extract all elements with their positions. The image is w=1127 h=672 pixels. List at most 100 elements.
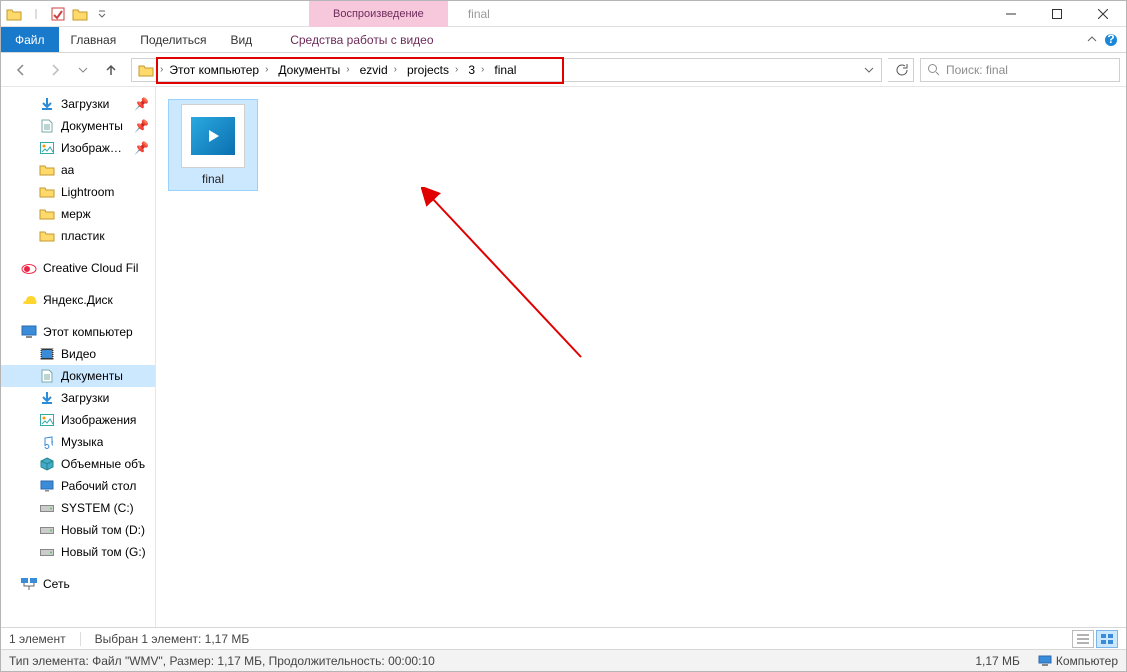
nav-quick-item[interactable]: Изображени📌 bbox=[1, 137, 155, 159]
ribbon-tab-view[interactable]: Вид bbox=[218, 27, 264, 52]
folder-icon bbox=[39, 162, 55, 178]
nav-label: Загрузки bbox=[61, 391, 109, 405]
picture-icon bbox=[39, 412, 55, 428]
navigation-pane[interactable]: Загрузки 📌 Документы📌Изображени📌 aa Lightroo… bbox=[1, 87, 156, 627]
annotation-arrow bbox=[421, 187, 601, 367]
view-details-button[interactable] bbox=[1072, 630, 1094, 648]
nav-thispc-item[interactable]: Объемные объ bbox=[1, 453, 155, 475]
window-controls bbox=[988, 1, 1126, 26]
breadcrumb-label: 3 bbox=[468, 63, 475, 77]
status-separator bbox=[80, 632, 81, 646]
nav-label: мерж bbox=[61, 207, 91, 221]
nav-quick-item[interactable]: пластик bbox=[1, 225, 155, 247]
nav-quick-item[interactable]: Документы📌 bbox=[1, 115, 155, 137]
nav-quick-item[interactable]: мерж bbox=[1, 203, 155, 225]
chevron-right-icon: › bbox=[479, 64, 486, 75]
nav-thispc-item[interactable]: Новый том (G:) bbox=[1, 541, 155, 563]
nav-thispc-item[interactable]: SYSTEM (C:) bbox=[1, 497, 155, 519]
ribbon-tab-home[interactable]: Главная bbox=[59, 27, 129, 52]
nav-label: Рабочий стол bbox=[61, 479, 136, 493]
chevron-right-icon[interactable]: › bbox=[158, 64, 165, 75]
nav-label: Lightroom bbox=[61, 185, 114, 199]
nav-creative-cloud[interactable]: Creative Cloud Fil bbox=[1, 257, 155, 279]
pin-icon: 📌 bbox=[134, 97, 149, 111]
nav-yandex-disk[interactable]: Яндекс.Диск bbox=[1, 289, 155, 311]
network-icon bbox=[21, 576, 37, 592]
nav-label: Этот компьютер bbox=[43, 325, 133, 339]
breadcrumb-bar[interactable]: › Этот компьютер› Документы› ezvid› proj… bbox=[131, 58, 882, 82]
qat-dropdown-icon[interactable] bbox=[93, 5, 111, 23]
qat-divider bbox=[27, 5, 45, 23]
download-icon bbox=[39, 96, 55, 112]
close-button[interactable] bbox=[1080, 1, 1126, 27]
nav-quick-item[interactable]: aa bbox=[1, 159, 155, 181]
ribbon-file-tab[interactable]: Файл bbox=[1, 27, 59, 52]
breadcrumb-label: Документы bbox=[278, 63, 340, 77]
refresh-button[interactable] bbox=[888, 58, 914, 82]
breadcrumb-segment[interactable]: 3› bbox=[464, 59, 490, 81]
breadcrumb-segment[interactable]: final bbox=[490, 59, 520, 81]
video-file-icon bbox=[181, 104, 245, 168]
nav-thispc-item[interactable]: Документы bbox=[1, 365, 155, 387]
help-icon[interactable]: ? bbox=[1104, 33, 1118, 47]
creative-icon bbox=[21, 260, 37, 276]
search-placeholder: Поиск: final bbox=[946, 63, 1008, 77]
breadcrumb-label: ezvid bbox=[360, 63, 388, 77]
nav-this-pc[interactable]: Этот компьютер bbox=[1, 321, 155, 343]
minimize-button[interactable] bbox=[988, 1, 1034, 27]
status-bar: 1 элемент Выбран 1 элемент: 1,17 МБ bbox=[1, 627, 1126, 649]
nav-thispc-item[interactable]: Видео bbox=[1, 343, 155, 365]
ribbon-tabs: Файл Главная Поделиться Вид Средства раб… bbox=[1, 27, 1126, 53]
folder-icon bbox=[5, 5, 23, 23]
file-item[interactable]: final bbox=[168, 99, 258, 191]
details-location: Компьютер bbox=[1038, 654, 1118, 668]
nav-network[interactable]: Сеть bbox=[1, 573, 155, 595]
nav-label: Документы bbox=[61, 119, 123, 133]
up-button[interactable] bbox=[97, 56, 125, 84]
details-size: 1,17 МБ bbox=[975, 654, 1020, 668]
document-icon bbox=[39, 368, 55, 384]
forward-button[interactable] bbox=[41, 56, 69, 84]
nav-quick-item[interactable]: Загрузки 📌 bbox=[1, 93, 155, 115]
computer-icon bbox=[1038, 655, 1052, 667]
title-bar: Воспроизведение final bbox=[1, 1, 1126, 27]
folder-icon[interactable] bbox=[71, 5, 89, 23]
history-dropdown-icon[interactable] bbox=[75, 56, 91, 84]
nav-thispc-item[interactable]: Изображения bbox=[1, 409, 155, 431]
nav-label: aa bbox=[61, 163, 74, 177]
properties-icon[interactable] bbox=[49, 5, 67, 23]
contextual-tab-header: Воспроизведение bbox=[115, 1, 448, 26]
back-button[interactable] bbox=[7, 56, 35, 84]
breadcrumb-segment[interactable]: Документы› bbox=[274, 59, 355, 81]
picture-icon bbox=[39, 140, 55, 156]
content-pane[interactable]: final bbox=[156, 87, 1126, 627]
ribbon-collapse-icon[interactable] bbox=[1086, 34, 1098, 46]
nav-label: Музыка bbox=[61, 435, 103, 449]
nav-label: Новый том (G:) bbox=[61, 545, 146, 559]
breadcrumb-segment[interactable]: Этот компьютер› bbox=[165, 59, 274, 81]
context-tab-title: Воспроизведение bbox=[309, 1, 448, 27]
nav-label: Загрузки bbox=[61, 97, 109, 111]
ribbon-tab-video-tools[interactable]: Средства работы с видео bbox=[278, 27, 445, 52]
breadcrumb-segment[interactable]: projects› bbox=[403, 59, 464, 81]
breadcrumb-dropdown-icon[interactable] bbox=[859, 65, 879, 75]
nav-quick-item[interactable]: Lightroom bbox=[1, 181, 155, 203]
video-icon bbox=[39, 346, 55, 362]
view-icons-button[interactable] bbox=[1096, 630, 1118, 648]
window-title: final bbox=[448, 1, 988, 26]
search-box[interactable]: Поиск: final bbox=[920, 58, 1120, 82]
folder-icon bbox=[39, 228, 55, 244]
music-icon bbox=[39, 434, 55, 450]
ribbon-tab-share[interactable]: Поделиться bbox=[128, 27, 218, 52]
breadcrumb-segment[interactable]: ezvid› bbox=[356, 59, 403, 81]
folder-icon bbox=[39, 184, 55, 200]
nav-label: Creative Cloud Fil bbox=[43, 261, 138, 275]
nav-thispc-item[interactable]: Рабочий стол bbox=[1, 475, 155, 497]
search-icon bbox=[927, 63, 940, 76]
nav-thispc-item[interactable]: Загрузки bbox=[1, 387, 155, 409]
nav-thispc-item[interactable]: Новый том (D:) bbox=[1, 519, 155, 541]
nav-label: Документы bbox=[61, 369, 123, 383]
download-icon bbox=[39, 390, 55, 406]
maximize-button[interactable] bbox=[1034, 1, 1080, 27]
nav-thispc-item[interactable]: Музыка bbox=[1, 431, 155, 453]
